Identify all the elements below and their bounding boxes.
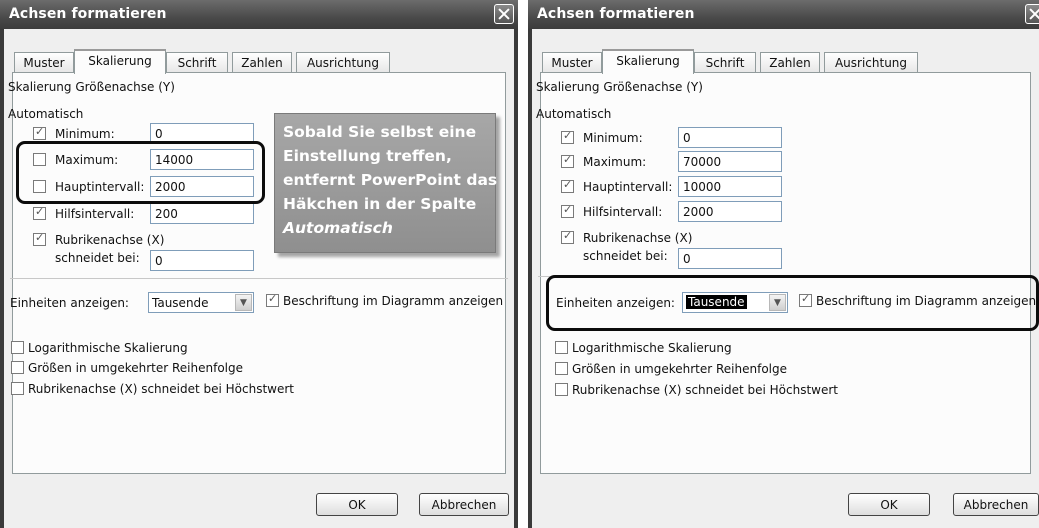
dialog-title: Achsen formatieren [537,6,695,22]
title-bar: Achsen formatieren [528,0,1039,29]
callout-italic-text: Automatisch [283,219,393,237]
format-axis-dialog-right: Achsen formatieren Muster Skalierung Sch… [528,0,1039,528]
section-title: Skalierung Größenachse (Y) [536,80,703,94]
callout-box: Sobald Sie selbst eine Einstellung treff… [274,113,498,253]
highlight-frame [16,141,265,204]
section-title: Skalierung Größenachse (Y) [8,80,175,94]
close-icon[interactable] [1025,4,1039,24]
tab-ausrichtung[interactable]: Ausrichtung [824,52,918,73]
ok-button[interactable]: OK [848,493,930,516]
major-unit-label: Hauptintervall: [583,180,673,194]
maximum-label: Maximum: [583,155,647,169]
minor-unit-label: Hilfsintervall: [583,205,663,219]
minor-unit-input[interactable]: 200 [150,203,254,224]
automatic-label: Automatisch [536,107,612,121]
minor-unit-input[interactable]: 2000 [678,201,782,222]
tab-muster[interactable]: Muster [14,52,74,73]
reverse-order-checkbox[interactable] [555,362,568,375]
crosses-at-max-checkbox[interactable] [555,383,568,396]
minimum-label: Minimum: [583,131,643,145]
major-unit-auto-checkbox[interactable] [561,178,574,193]
crosses-at-input[interactable]: 0 [150,250,254,271]
minimum-auto-checkbox[interactable] [561,129,574,144]
tab-zahlen[interactable]: Zahlen [232,52,292,73]
cancel-button[interactable]: Abbrechen [419,493,509,516]
tab-muster[interactable]: Muster [542,52,602,73]
tab-zahlen[interactable]: Zahlen [760,52,820,73]
crosses-at-input[interactable]: 0 [678,248,782,269]
crosses-at-max-label: Rubrikenachse (X) schneidet bei Höchstwe… [572,383,839,397]
cancel-button[interactable]: Abbrechen [953,493,1039,516]
close-icon[interactable] [494,4,514,24]
maximum-input[interactable]: 70000 [678,151,782,172]
tab-skalierung[interactable]: Skalierung [74,49,166,74]
reverse-order-label: Größen in umgekehrter Reihenfolge [572,362,788,376]
log-scale-label: Logarithmische Skalierung [572,341,732,355]
automatic-label: Automatisch [8,107,84,121]
category-axis-auto-checkbox[interactable] [561,229,574,244]
separator [10,278,508,279]
show-units-label-text: Beschriftung im Diagramm anzeigen [283,294,504,308]
ok-button[interactable]: OK [316,493,398,516]
minimum-label: Minimum: [55,127,115,141]
category-axis-label: Rubrikenachse (X) [583,231,693,245]
tab-skalierung[interactable]: Skalierung [602,49,694,74]
minor-unit-label: Hilfsintervall: [55,207,135,221]
category-axis-label: Rubrikenachse (X) [55,233,165,247]
minor-unit-auto-checkbox[interactable] [33,205,46,220]
crosses-at-label: schneidet bei: [583,249,668,263]
highlight-frame [546,275,1039,331]
dialog-title: Achsen formatieren [9,6,167,22]
minor-unit-auto-checkbox[interactable] [561,203,574,218]
callout-line-italic: Automatisch [283,216,495,240]
callout-line: Sobald Sie selbst eine [283,123,477,141]
display-units-label: Einheiten anzeigen: [10,296,129,310]
reverse-order-checkbox[interactable] [11,361,24,374]
format-axis-dialog-left: Achsen formatieren Muster Skalierung Sch… [0,0,518,528]
tab-schrift[interactable]: Schrift [166,52,228,73]
callout-line: Häkchen in der Spalte [283,195,477,213]
crosses-at-max-label: Rubrikenachse (X) schneidet bei Höchstwe… [28,382,295,396]
log-scale-checkbox[interactable] [11,341,24,354]
minimum-auto-checkbox[interactable] [33,125,46,140]
crosses-at-max-checkbox[interactable] [11,382,24,395]
callout-line: entfernt PowerPoint das [283,171,498,189]
chevron-down-icon[interactable]: ▼ [235,294,252,311]
display-units-select[interactable]: Tausende ▼ [148,292,254,313]
log-scale-checkbox[interactable] [555,341,568,354]
tab-ausrichtung[interactable]: Ausrichtung [296,52,390,73]
callout-line: Einstellung treffen, [283,147,452,165]
show-units-label-checkbox[interactable] [266,292,279,307]
major-unit-input[interactable]: 10000 [678,176,782,197]
category-axis-auto-checkbox[interactable] [33,231,46,246]
title-bar: Achsen formatieren [0,0,518,29]
display-units-value: Tausende [152,296,209,310]
reverse-order-label: Größen in umgekehrter Reihenfolge [28,361,244,375]
log-scale-label: Logarithmische Skalierung [28,341,188,355]
minimum-input[interactable]: 0 [678,127,782,148]
tab-schrift[interactable]: Schrift [694,52,756,73]
maximum-auto-checkbox[interactable] [561,153,574,168]
dialog-client-area: Muster Skalierung Schrift Zahlen Ausrich… [4,29,514,528]
crosses-at-label: schneidet bei: [55,251,140,265]
